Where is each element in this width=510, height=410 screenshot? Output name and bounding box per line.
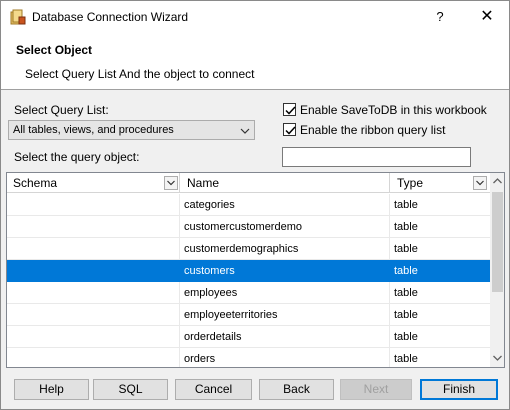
type-cell: table: [394, 221, 418, 233]
name-cell: employees: [184, 287, 238, 299]
schema-cell: [7, 260, 179, 282]
name-cell: customerdemographics: [184, 243, 299, 255]
app-icon: [10, 9, 26, 25]
name-cell: customercustomerdemo: [184, 221, 302, 233]
page-subtitle: Select Query List And the object to conn…: [25, 67, 255, 81]
schema-filter-icon[interactable]: [164, 176, 178, 190]
type-cell: table: [394, 265, 418, 277]
checkmark-icon: [285, 106, 296, 115]
table-row[interactable]: categories table: [7, 194, 490, 216]
help-title-button[interactable]: ?: [425, 1, 455, 32]
table-row[interactable]: employeeterritories table: [7, 304, 490, 326]
sql-button[interactable]: SQL: [93, 379, 168, 400]
schema-cell: [7, 348, 179, 367]
close-button[interactable]: ✕: [469, 1, 505, 32]
ribbon-checkbox[interactable]: [283, 123, 296, 136]
vertical-scrollbar[interactable]: [490, 173, 504, 367]
name-cell: employeeterritories: [184, 309, 278, 321]
type-cell: table: [394, 331, 418, 343]
savetodb-label: Enable SaveToDB in this workbook: [300, 103, 487, 117]
query-object-input[interactable]: [282, 147, 471, 167]
cancel-button[interactable]: Cancel: [175, 379, 252, 400]
finish-button[interactable]: Finish: [420, 379, 498, 400]
savetodb-checkbox[interactable]: [283, 103, 296, 116]
scroll-down-icon[interactable]: [490, 350, 504, 367]
help-button[interactable]: Help: [14, 379, 89, 400]
objects-grid[interactable]: Schema Name Type categories table custom…: [6, 172, 505, 368]
type-cell: table: [394, 353, 418, 365]
type-filter-icon[interactable]: [473, 176, 487, 190]
table-row[interactable]: customercustomerdemo table: [7, 216, 490, 238]
schema-cell: [7, 238, 179, 260]
query-list-label: Select Query List:: [14, 103, 109, 117]
schema-cell: [7, 216, 179, 238]
schema-cell: [7, 326, 179, 348]
name-cell: categories: [184, 199, 235, 211]
query-list-select[interactable]: All tables, views, and procedures: [8, 120, 255, 140]
table-row[interactable]: orders table: [7, 348, 490, 367]
scroll-thumb[interactable]: [492, 192, 503, 292]
wizard-header: Select Object Select Query List And the …: [1, 32, 509, 90]
checkmark-icon: [285, 126, 296, 135]
type-cell: table: [394, 287, 418, 299]
grid-header: Schema Name Type: [7, 173, 490, 193]
table-row[interactable]: employees table: [7, 282, 490, 304]
column-divider[interactable]: [389, 173, 390, 193]
table-row-selected[interactable]: customers table: [7, 260, 490, 282]
type-cell: table: [394, 309, 418, 321]
table-row[interactable]: customerdemographics table: [7, 238, 490, 260]
column-header-schema[interactable]: Schema: [7, 173, 179, 193]
page-title: Select Object: [16, 43, 93, 57]
type-cell: table: [394, 199, 418, 211]
type-cell: table: [394, 243, 418, 255]
name-cell: orders: [184, 353, 216, 365]
next-button[interactable]: Next: [340, 379, 412, 400]
window-title: Database Connection Wizard: [32, 10, 189, 24]
back-button[interactable]: Back: [259, 379, 334, 400]
table-row[interactable]: orderdetails table: [7, 326, 490, 348]
query-list-value: All tables, views, and procedures: [13, 124, 174, 136]
column-divider[interactable]: [179, 173, 180, 193]
title-bar[interactable]: Database Connection Wizard ? ✕: [1, 1, 509, 32]
wizard-window: Database Connection Wizard ? ✕ Select Ob…: [0, 0, 510, 410]
grid-rows: categories table customercustomerdemo ta…: [7, 194, 490, 367]
ribbon-label: Enable the ribbon query list: [300, 123, 446, 137]
chevron-down-icon: [240, 124, 250, 134]
name-cell: orderdetails: [184, 331, 242, 343]
name-cell: customers: [184, 265, 235, 277]
scroll-up-icon[interactable]: [490, 173, 504, 190]
query-object-label: Select the query object:: [14, 150, 140, 164]
column-header-name[interactable]: Name: [181, 173, 389, 193]
schema-cell: [7, 304, 179, 326]
schema-cell: [7, 282, 179, 304]
schema-cell: [7, 194, 179, 216]
